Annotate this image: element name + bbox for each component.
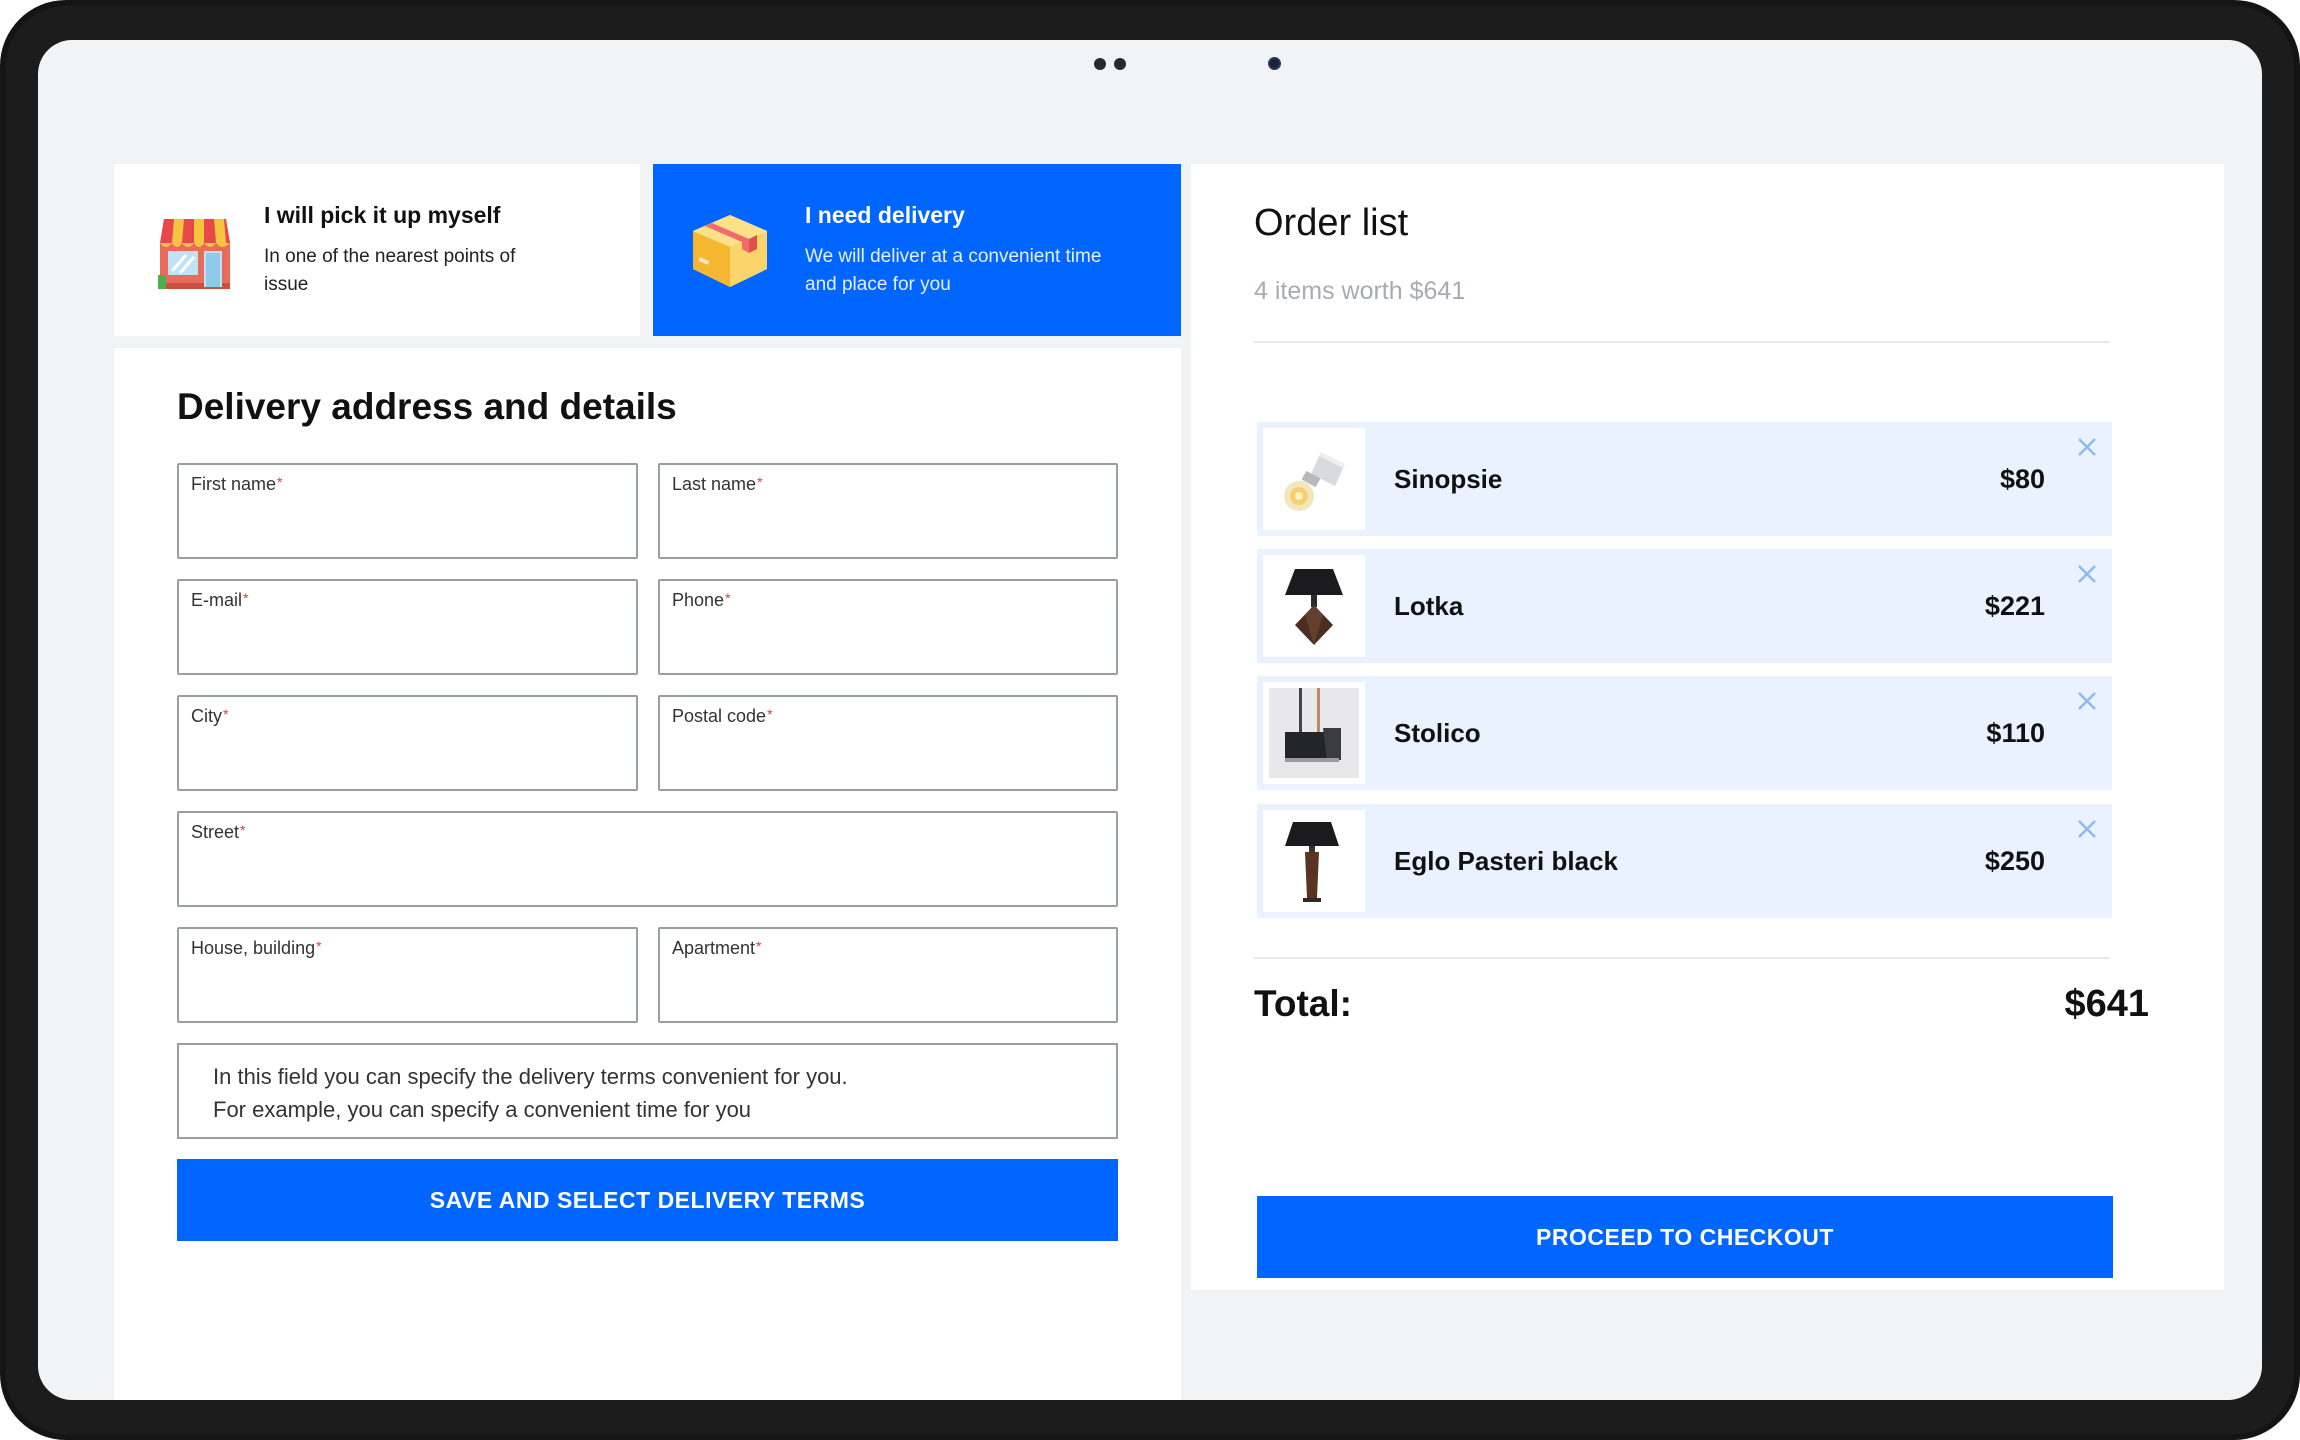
street-label: Street* [191,822,245,843]
first-name-input[interactable] [191,517,624,547]
order-item: Lotka $221 [1257,549,2112,663]
option-pickup[interactable]: I will pick it up myself In one of the n… [114,164,640,336]
item-thumbnail [1263,810,1365,912]
first-name-label-text: First name [191,474,277,494]
city-label-text: City [191,706,222,726]
apartment-label-text: Apartment [672,938,756,958]
sensor-dot [1114,58,1126,70]
option-delivery-title: I need delivery [805,201,965,228]
table-lamp-icon [1285,569,1343,645]
item-thumbnail [1263,555,1365,657]
pendant-lamp-icon [1269,688,1359,778]
street-field[interactable]: Street* [177,811,1118,907]
required-mark: * [725,590,731,606]
first-name-label: First name* [191,474,282,495]
item-price: $80 [1999,464,2045,494]
apartment-label: Apartment* [672,938,762,959]
package-box-icon [693,215,767,287]
option-delivery[interactable]: I need delivery We will deliver at a con… [653,164,1181,336]
required-mark: * [277,474,283,490]
email-input[interactable] [191,633,624,663]
remove-item-close-icon[interactable] [2076,690,2098,712]
remove-item-close-icon[interactable] [2076,563,2098,585]
postal-code-input[interactable] [672,749,1104,779]
last-name-label: Last name* [672,474,763,495]
store-icon [158,219,230,289]
option-pickup-text: I will pick it up myself In one of the n… [264,202,564,299]
email-label: E-mail* [191,590,248,611]
required-mark: * [240,822,246,838]
sensor-dot [1094,58,1106,70]
total-value: $641 [2064,983,2149,1025]
city-input[interactable] [191,749,624,779]
street-label-text: Street [191,822,240,842]
house-label: House, building* [191,938,322,959]
email-label-text: E-mail [191,590,243,610]
divider [1254,341,2110,343]
required-mark: * [223,706,229,722]
order-title: Order list [1254,202,1409,244]
option-delivery-description: We will deliver at a convenient time and… [805,245,1102,295]
proceed-to-checkout-button[interactable]: PROCEED TO CHECKOUT [1257,1196,2113,1278]
delivery-notes-textarea[interactable]: In this field you can specify the delive… [177,1043,1118,1139]
option-pickup-description: In one of the nearest points of issue [264,245,516,295]
item-name: Eglo Pasteri black [1394,846,1618,876]
divider [1254,957,2110,959]
floor-lamp-icon [1285,822,1339,902]
order-item: Sinopsie $80 [1257,422,2112,536]
order-list-card: Order list 4 items worth $641 Sinopsie $… [1191,164,2224,1290]
street-input[interactable] [191,865,1104,895]
item-name: Lotka [1394,591,1464,621]
city-field[interactable]: City* [177,695,638,791]
house-label-text: House, building [191,938,316,958]
house-field[interactable]: House, building* [177,927,638,1023]
house-input[interactable] [191,981,624,1011]
form-title: Delivery address and details [177,386,677,427]
email-field[interactable]: E-mail* [177,579,638,675]
postal-code-label: Postal code* [672,706,773,727]
apartment-field[interactable]: Apartment* [658,927,1118,1023]
total-label: Total: [1254,983,1352,1024]
item-price: $250 [1984,846,2045,876]
first-name-field[interactable]: First name* [177,463,638,559]
last-name-label-text: Last name [672,474,757,494]
required-mark: * [243,590,249,606]
postal-code-label-text: Postal code [672,706,767,726]
postal-code-field[interactable]: Postal code* [658,695,1118,791]
remove-item-close-icon[interactable] [2076,436,2098,458]
phone-field[interactable]: Phone* [658,579,1118,675]
remove-item-close-icon[interactable] [2076,818,2098,840]
order-item: Stolico $110 [1257,676,2112,790]
bulb-lamp-icon [1284,452,1345,511]
item-name: Sinopsie [1394,464,1503,494]
required-mark: * [316,938,322,954]
save-delivery-terms-button[interactable]: SAVE AND SELECT DELIVERY TERMS [177,1159,1118,1241]
last-name-input[interactable] [672,517,1104,547]
tablet-frame: I will pick it up myself In one of the n… [0,0,2300,1440]
delivery-form-card: Delivery address and details First name*… [114,348,1181,1400]
order-summary: 4 items worth $641 [1254,277,1466,305]
city-label: City* [191,706,228,727]
item-thumbnail [1263,428,1365,530]
required-mark: * [757,474,763,490]
phone-input[interactable] [672,633,1104,663]
item-price: $221 [1984,591,2045,621]
option-pickup-title: I will pick it up myself [264,201,501,228]
camera-lens [1268,57,1281,70]
item-thumbnail [1263,682,1365,784]
required-mark: * [756,938,762,954]
phone-label: Phone* [672,590,731,611]
apartment-input[interactable] [672,981,1104,1011]
option-delivery-text: I need delivery We will deliver at a con… [805,202,1105,299]
phone-label-text: Phone [672,590,725,610]
required-mark: * [767,706,773,722]
item-name: Stolico [1394,718,1481,748]
last-name-field[interactable]: Last name* [658,463,1118,559]
screen: I will pick it up myself In one of the n… [38,40,2262,1400]
item-price: $110 [1986,718,2045,748]
order-item: Eglo Pasteri black $250 [1257,804,2112,918]
